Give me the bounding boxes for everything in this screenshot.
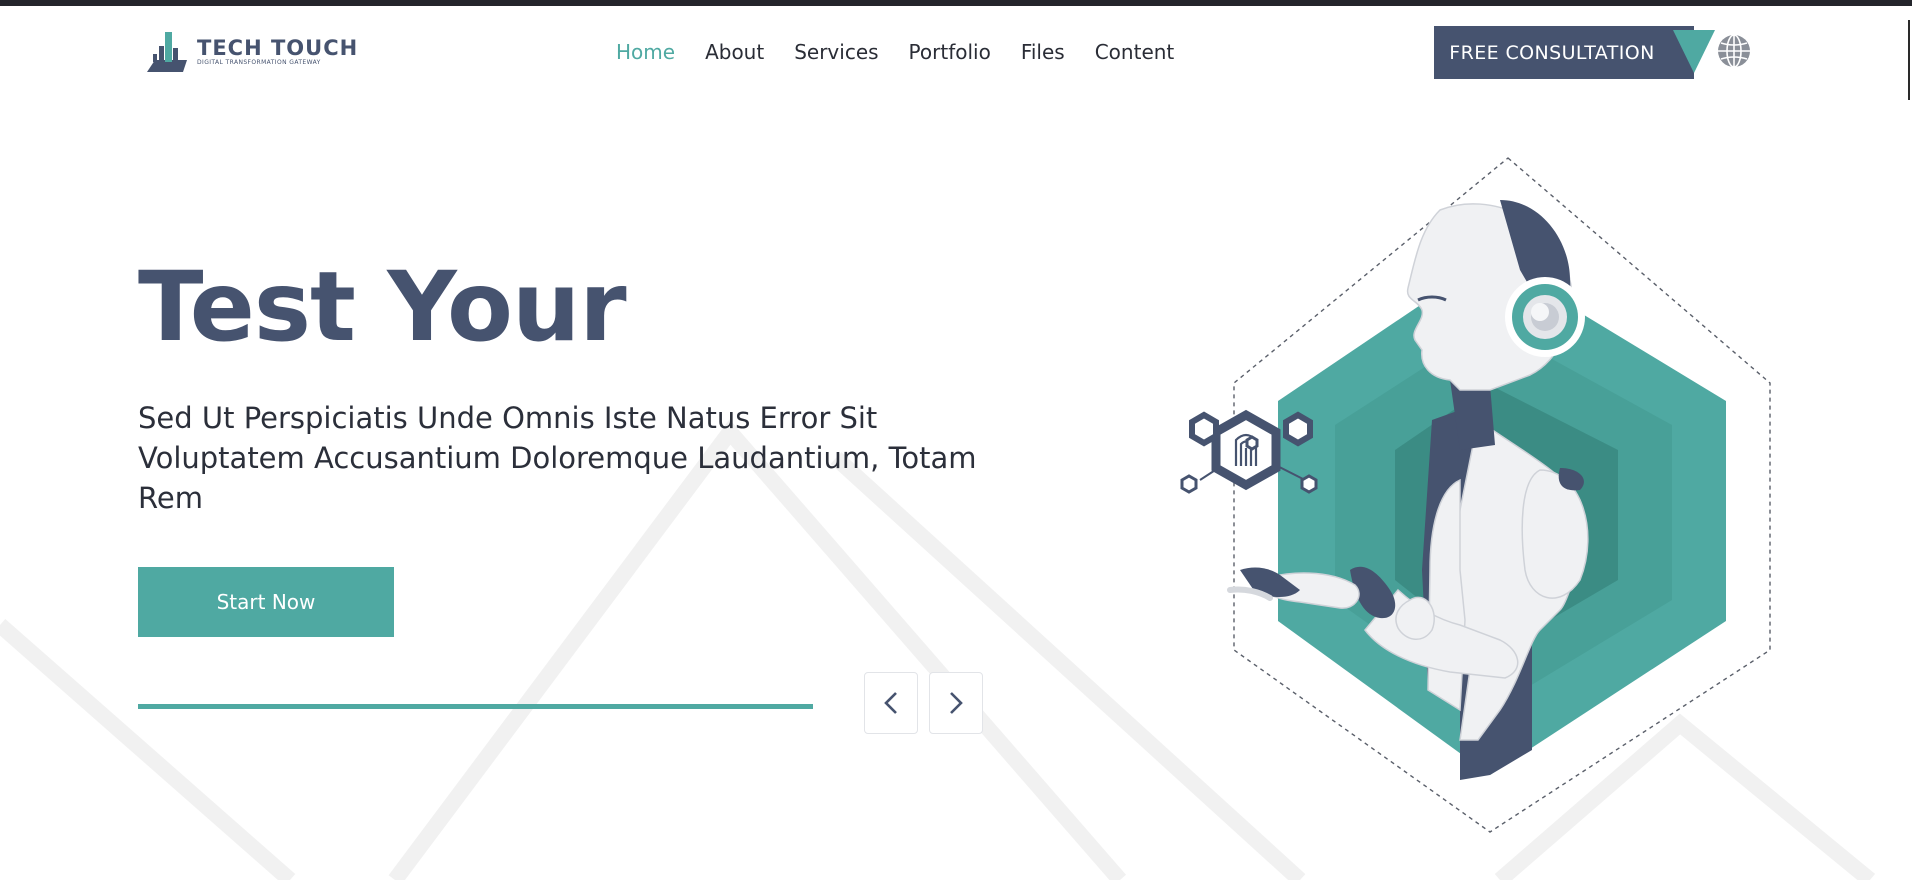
brand-name: TECH TOUCH [197, 35, 359, 60]
slider-progress-bar [138, 704, 813, 709]
nav-item-files[interactable]: Files [1021, 40, 1065, 64]
brand-logo[interactable]: TECH TOUCH DIGITAL TRANSFORMATION GATEWA… [145, 28, 358, 74]
start-now-button[interactable]: Start Now [138, 567, 394, 637]
brand-tagline: DIGITAL TRANSFORMATION GATEWAY [197, 58, 321, 66]
chevron-right-icon [950, 692, 963, 714]
slider-progress-fill [138, 704, 813, 709]
main-nav: Home About Services Portfolio Files Cont… [616, 40, 1174, 64]
nav-item-portfolio[interactable]: Portfolio [909, 40, 991, 64]
logo-icon [147, 32, 187, 72]
chevron-left-icon [884, 692, 897, 714]
robot-illustration [1180, 157, 1771, 833]
free-consultation-button[interactable]: FREE CONSULTATION [1434, 26, 1694, 79]
slider-prev-button[interactable] [864, 672, 918, 734]
nav-item-services[interactable]: Services [794, 40, 878, 64]
cta-accent-triangle [1673, 30, 1715, 73]
nav-item-content[interactable]: Content [1095, 40, 1175, 64]
scrollbar-thumb[interactable] [1908, 20, 1910, 100]
hero-title: Test Your [138, 251, 627, 363]
hero-subtitle: Sed Ut Perspiciatis Unde Omnis Iste Natu… [138, 401, 977, 515]
globe-icon[interactable] [1716, 33, 1752, 69]
slider-next-button[interactable] [929, 672, 983, 734]
nav-item-about[interactable]: About [705, 40, 764, 64]
nav-item-home[interactable]: Home [616, 40, 675, 64]
